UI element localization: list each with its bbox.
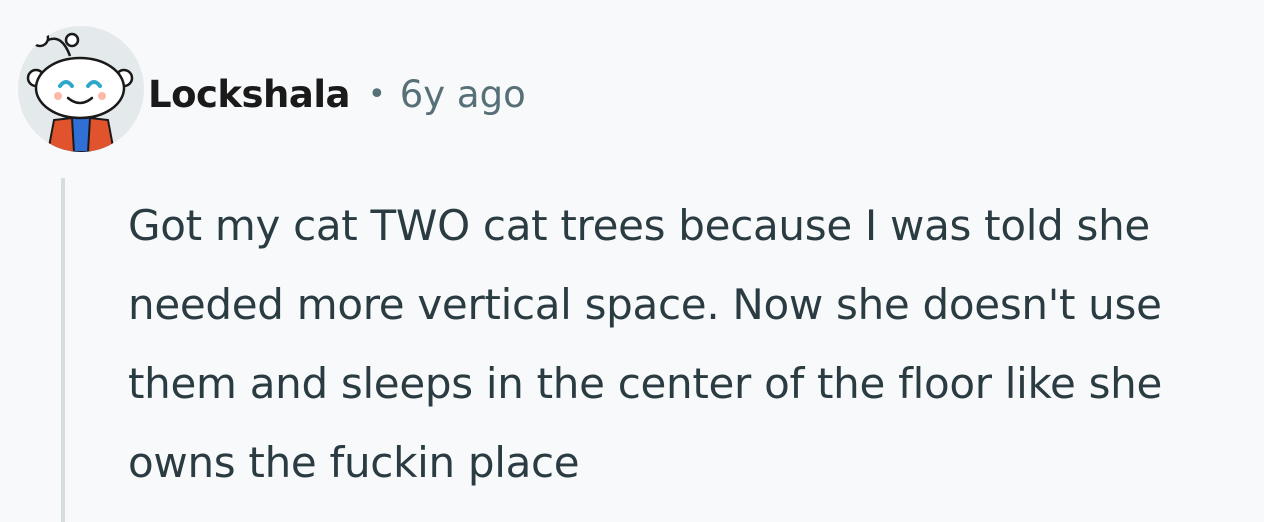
author-username[interactable]: Lockshala bbox=[148, 73, 351, 116]
comment-header: Lockshala • 6y ago bbox=[148, 68, 526, 120]
user-avatar[interactable] bbox=[18, 26, 144, 152]
thread-line[interactable] bbox=[61, 178, 65, 522]
comment: Lockshala • 6y ago Got my cat TWO cat tr… bbox=[0, 0, 1264, 522]
comment-body: Got my cat TWO cat trees because I was t… bbox=[128, 201, 1163, 487]
comment-timestamp[interactable]: 6y ago bbox=[400, 73, 526, 116]
meta-separator: • bbox=[368, 76, 386, 112]
snoo-avatar-icon bbox=[26, 28, 134, 152]
